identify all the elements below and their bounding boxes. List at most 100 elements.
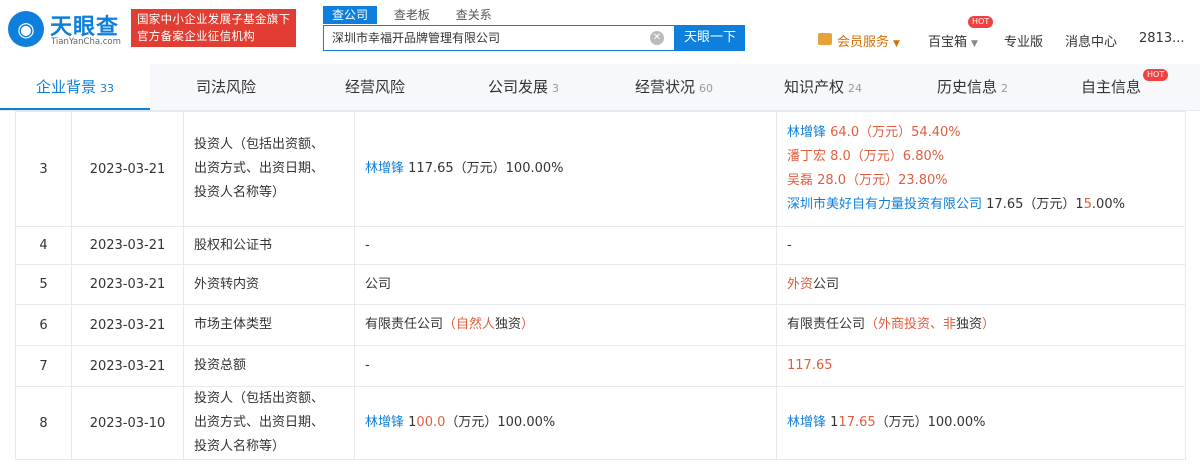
after-change: 林增锋 64.0（万元）54.40% 潘丁宏 8.0（万元）6.80% 吴磊 28.… bbox=[776, 111, 1186, 227]
value-text: 117.65 bbox=[787, 358, 833, 373]
value-text: ） bbox=[521, 317, 535, 332]
promo-banner[interactable]: 国家中小企业发展子基金旗下 官方备案企业征信机构 bbox=[131, 9, 296, 47]
vip-service-menu[interactable]: 会员服务 ▼ bbox=[837, 31, 900, 50]
pro-version-link[interactable]: 专业版 bbox=[1004, 31, 1043, 50]
change-date: 2023-03-21 bbox=[71, 111, 184, 227]
value-text: 64.0（万元）54.40% bbox=[826, 125, 961, 140]
tab-label: 公司发展 bbox=[488, 78, 549, 96]
entity-link[interactable]: 深圳市美好自有力量投资有限公司 bbox=[787, 197, 982, 212]
value-text: .00% bbox=[1091, 197, 1125, 212]
baibaoxiang-menu[interactable]: 百宝箱 ▼ bbox=[928, 31, 978, 50]
value-text: 17.65（万元）1 bbox=[416, 161, 514, 176]
item-line: 外资转内资 bbox=[194, 276, 260, 292]
change-date: 2023-03-21 bbox=[71, 345, 184, 387]
after-change: 林增锋 117.65（万元）100.00% bbox=[776, 386, 1186, 460]
search-tab-boss[interactable]: 查老板 bbox=[385, 6, 439, 24]
search-input[interactable]: 深圳市幸福开品牌管理有限公司 bbox=[323, 25, 675, 51]
tab-count: 2 bbox=[1001, 82, 1009, 95]
after-change: - bbox=[776, 226, 1186, 265]
table-row: 3 2023-03-21 投资人（包括出资额、 出资方式、出资日期、 投资人名称等） 林增… bbox=[15, 111, 1186, 227]
tab-history-info[interactable]: 历史信息 2 bbox=[937, 64, 1008, 110]
value-text: - bbox=[365, 358, 370, 373]
tab-label: 企业背景 bbox=[35, 78, 96, 96]
row-index: 5 bbox=[15, 264, 72, 305]
change-date: 2023-03-21 bbox=[71, 304, 184, 346]
clear-icon[interactable]: ✕ bbox=[650, 31, 664, 45]
value-text: 5 bbox=[1083, 197, 1092, 212]
value-text: 公司 bbox=[365, 276, 392, 292]
top-header: ◉ 天眼查 TianYanCha.com 国家中小企业发展子基金旗下 官方备案企… bbox=[0, 0, 1200, 64]
item-line: 投资总额 bbox=[194, 358, 247, 373]
caret-down-icon: ▼ bbox=[971, 39, 978, 49]
tab-operating-status[interactable]: 经营状况 60 bbox=[635, 64, 713, 110]
value-line: - bbox=[787, 234, 1175, 258]
tab-label: 自主信息 bbox=[1081, 78, 1142, 96]
entity-link[interactable]: 林增锋 bbox=[787, 125, 826, 140]
value-line: 117.65 bbox=[787, 354, 1175, 378]
search-tab-relation[interactable]: 查关系 bbox=[447, 6, 501, 24]
value-text: 1 bbox=[404, 415, 417, 430]
tab-label: 经营状况 bbox=[635, 78, 696, 96]
value-line: 林增锋 117.65（万元）100.00% bbox=[365, 157, 766, 181]
value-line: 林增锋 64.0（万元）54.40% bbox=[787, 121, 1175, 145]
tab-label: 知识产权 bbox=[784, 78, 845, 96]
value-text: - bbox=[365, 237, 370, 253]
tab-label: 历史信息 bbox=[937, 78, 998, 96]
logo[interactable]: ◉ 天眼查 TianYanCha.com bbox=[8, 9, 126, 49]
tab-operating-risk[interactable]: 经营风险 bbox=[345, 64, 405, 110]
message-center-link[interactable]: 消息中心 bbox=[1065, 31, 1117, 50]
value-line: 潘丁宏 8.0（万元）6.80% bbox=[787, 145, 1175, 169]
value-text: （外商投资、非 bbox=[865, 317, 957, 332]
value-line: 林增锋 100.0（万元）100.00% bbox=[365, 411, 766, 435]
entity-link[interactable]: 林增锋 bbox=[365, 415, 404, 430]
logo-eye-icon: ◉ bbox=[8, 11, 44, 47]
tab-label: 司法风险 bbox=[196, 78, 257, 96]
search-button[interactable]: 天眼一下 bbox=[675, 25, 745, 51]
logo-domain: TianYanCha.com bbox=[51, 37, 121, 47]
active-tab-underline bbox=[0, 108, 150, 110]
tab-count: 33 bbox=[100, 82, 114, 95]
tab-label: 经营风险 bbox=[345, 78, 406, 96]
section-tabbar: 企业背景 33 司法风险 经营风险 公司发展 3 经营状况 60 知识产权 24 历史信… bbox=[0, 64, 1200, 111]
value-text: 潘丁宏 8.0（万元）6.80% bbox=[787, 149, 945, 164]
tab-self-info[interactable]: 自主信息 bbox=[1081, 64, 1141, 110]
tab-company-development[interactable]: 公司发展 3 bbox=[488, 64, 559, 110]
value-text: 独资 bbox=[956, 317, 983, 332]
entity-link[interactable]: 林增锋 bbox=[787, 415, 826, 430]
promo-line-2: 官方备案企业征信机构 bbox=[137, 29, 255, 43]
value-text: （万元）100.00% bbox=[445, 415, 556, 430]
tab-judicial-risk[interactable]: 司法风险 bbox=[196, 64, 256, 110]
table-row: 4 2023-03-21 股权和公证书 - - bbox=[15, 226, 1186, 265]
tab-enterprise-background[interactable]: 企业背景 33 bbox=[0, 64, 150, 110]
caret-down-icon: ▼ bbox=[893, 39, 900, 49]
value-line: 外资公司 bbox=[787, 273, 1175, 297]
before-change: 有限责任公司（自然人独资） bbox=[354, 304, 777, 346]
value-text: 1 bbox=[404, 161, 417, 176]
user-account[interactable]: 2813... bbox=[1139, 31, 1184, 46]
change-item: 股权和公证书 bbox=[183, 226, 355, 265]
tab-count: 24 bbox=[848, 82, 863, 95]
change-records-table-wrap: 3 2023-03-21 投资人（包括出资额、 出资方式、出资日期、 投资人名称等） 林增… bbox=[15, 111, 1186, 460]
value-text: 00.00% bbox=[513, 161, 564, 176]
baibaoxiang-label: 百宝箱 bbox=[928, 35, 968, 50]
table-row: 8 2023-03-10 投资人（包括出资额、 出资方式、出资日期、 投资人名称等） 林增… bbox=[15, 386, 1186, 460]
table-row: 6 2023-03-21 市场主体类型 有限责任公司（自然人独资） 有限责任公司（外商投… bbox=[15, 304, 1186, 346]
tab-intellectual-property[interactable]: 知识产权 24 bbox=[784, 64, 862, 110]
before-change: - bbox=[354, 226, 777, 265]
value-line: 有限责任公司（外商投资、非独资） bbox=[787, 313, 1175, 337]
item-line: 投资人名称等） bbox=[194, 439, 286, 454]
change-item: 外资转内资 bbox=[183, 264, 355, 305]
value-text: （万元）100.00% bbox=[875, 415, 986, 430]
change-date: 2023-03-10 bbox=[71, 386, 184, 460]
entity-link[interactable]: 林增锋 bbox=[365, 161, 404, 176]
vip-service-label: 会员服务 bbox=[837, 35, 890, 50]
value-line: 林增锋 117.65（万元）100.00% bbox=[787, 411, 1175, 435]
value-text: 吴磊 28.0（万元）23.80% bbox=[787, 173, 948, 188]
row-index: 6 bbox=[15, 304, 72, 346]
item-line: 出资方式、出资日期、 bbox=[194, 161, 325, 176]
value-text: 17.65（万元）1 bbox=[982, 197, 1084, 212]
item-line: 出资方式、出资日期、 bbox=[194, 415, 325, 430]
search-tab-company[interactable]: 查公司 bbox=[323, 6, 378, 24]
crown-icon bbox=[818, 33, 832, 45]
tab-count: 60 bbox=[699, 82, 714, 95]
